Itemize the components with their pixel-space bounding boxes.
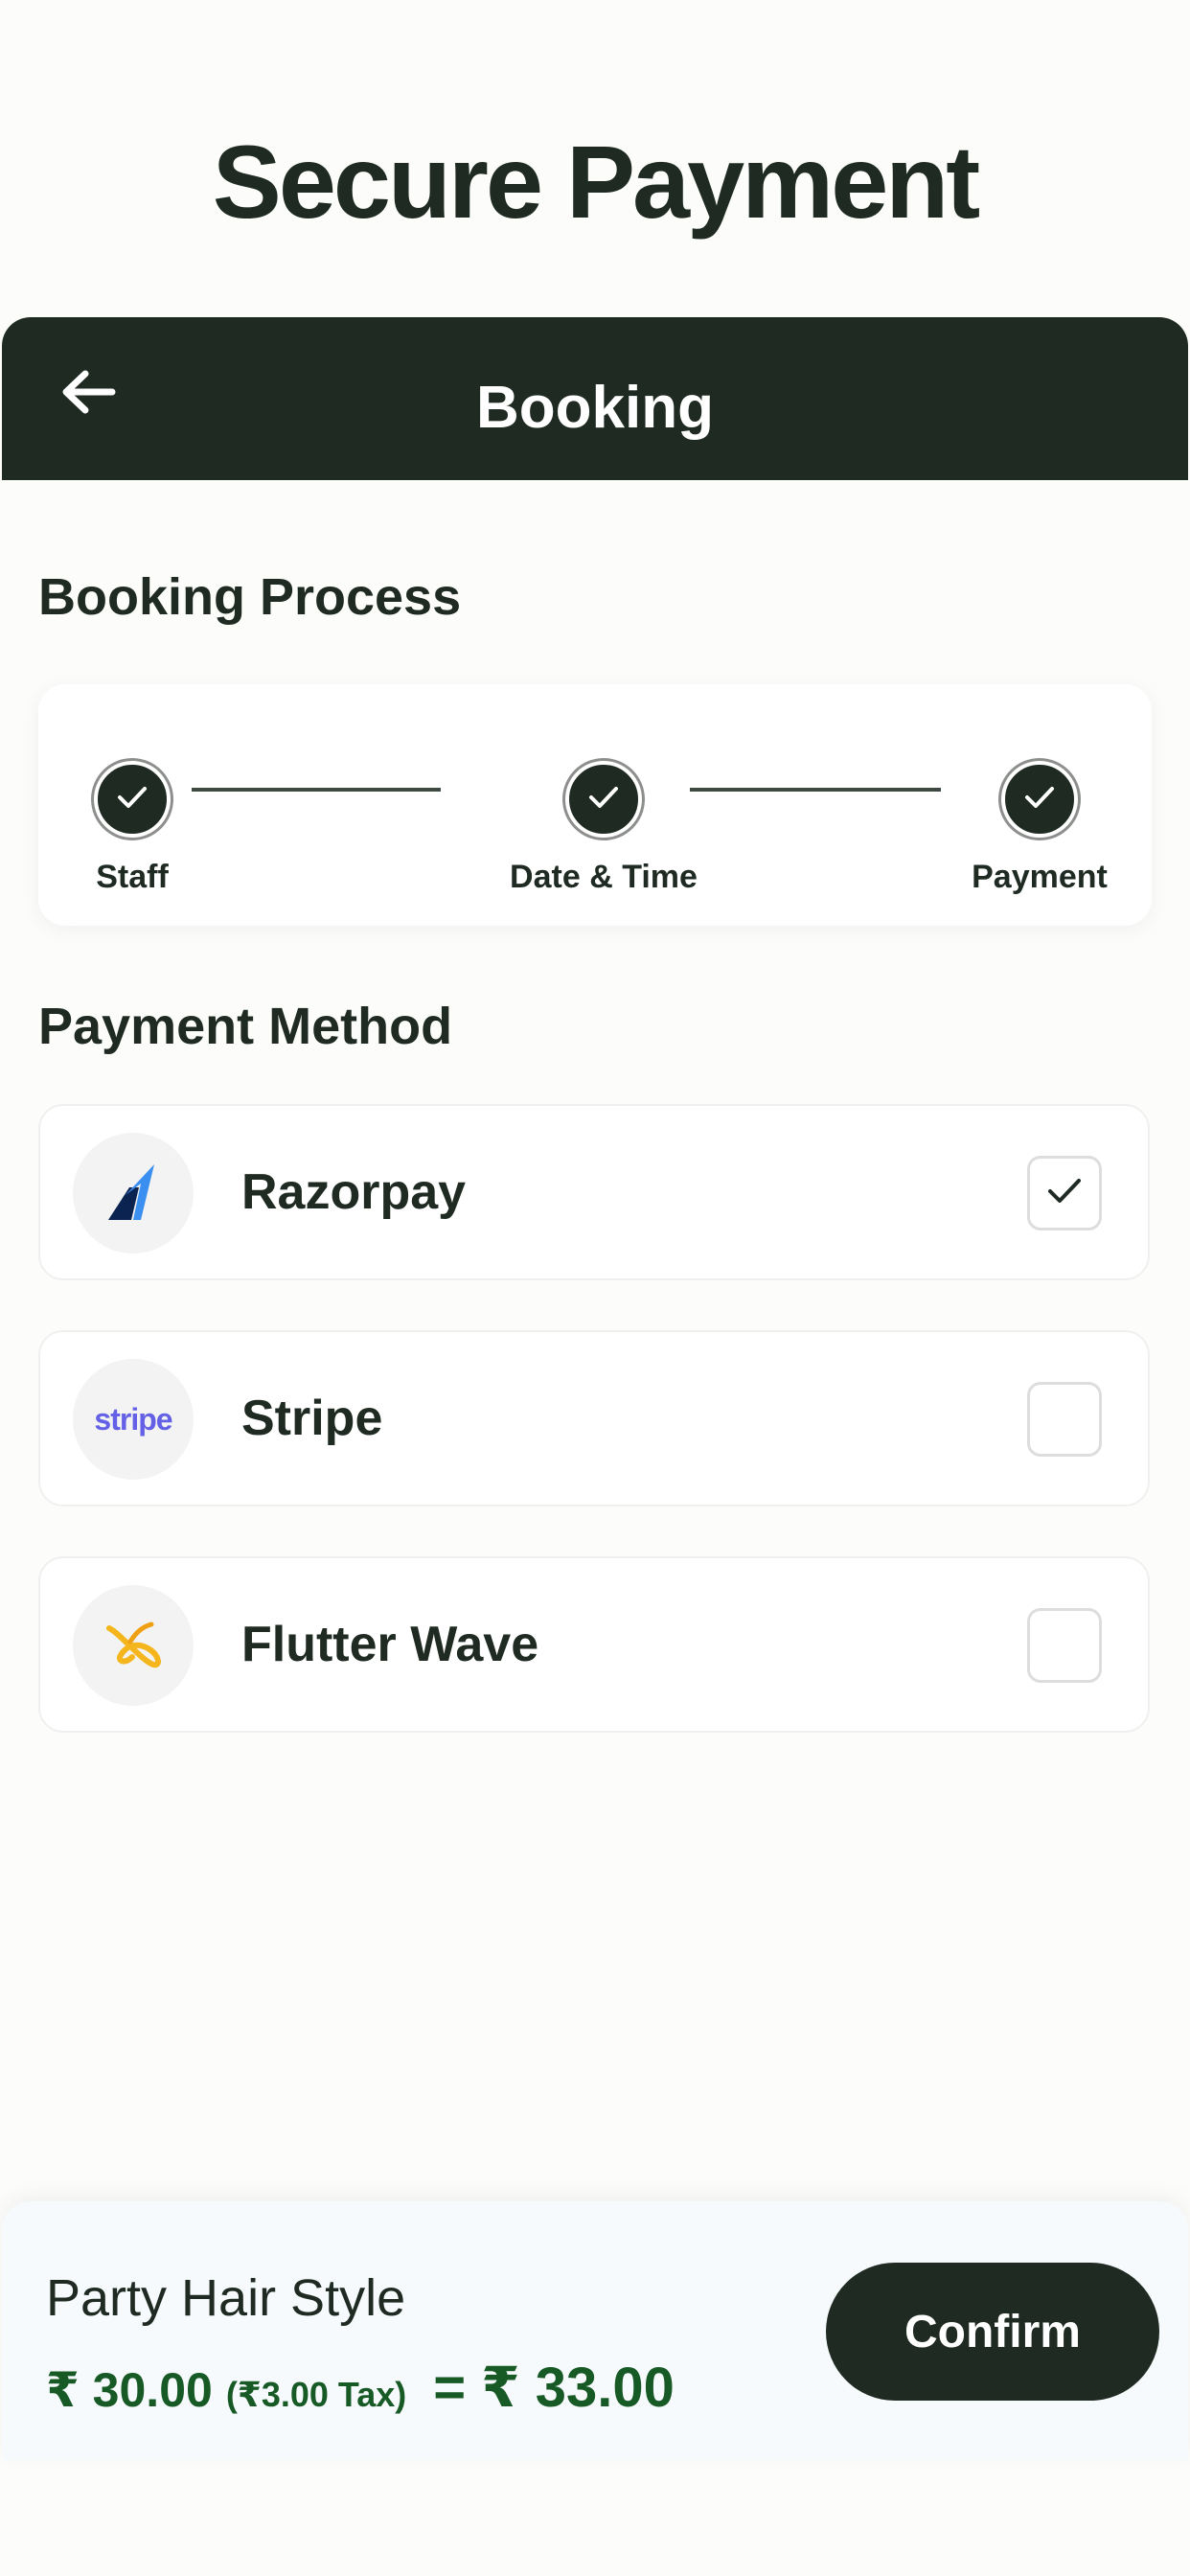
check-icon xyxy=(1045,1176,1084,1211)
check-icon xyxy=(1023,784,1056,816)
step-label: Staff xyxy=(96,859,169,895)
step-date-time[interactable]: Date & Time xyxy=(460,761,747,896)
payment-method-title: Payment Method xyxy=(38,998,453,1055)
stripe-logo: stripe xyxy=(73,1359,194,1480)
flutterwave-checkbox[interactable] xyxy=(1027,1608,1102,1683)
booking-process-stepper: Staff Date & Time Payment xyxy=(38,684,1152,926)
payment-option-name: Stripe xyxy=(241,1391,383,1446)
price-amount: ₹ 30.00 xyxy=(46,2363,213,2417)
check-icon xyxy=(587,784,620,816)
back-button[interactable] xyxy=(50,356,126,432)
step-label: Date & Time xyxy=(510,859,698,895)
booking-process-title: Booking Process xyxy=(38,568,462,626)
step-check-circle xyxy=(1001,761,1078,838)
payment-option-name: Razorpay xyxy=(241,1164,467,1220)
page-title: Secure Payment xyxy=(212,124,980,240)
payment-option-stripe[interactable]: stripe Stripe xyxy=(38,1330,1150,1506)
tax-amount: (₹3.00 Tax) xyxy=(225,2375,407,2414)
payment-option-name: Flutter Wave xyxy=(241,1617,539,1672)
confirm-button[interactable]: Confirm xyxy=(826,2263,1159,2401)
booking-summary-bar: Party Hair Style ₹ 30.00 (₹3.00 Tax) = ₹… xyxy=(2,2201,1188,2460)
step-payment[interactable]: Payment xyxy=(949,761,1131,896)
step-label: Payment xyxy=(972,859,1108,895)
razorpay-logo-icon xyxy=(73,1133,194,1254)
payment-option-razorpay[interactable]: Razorpay xyxy=(38,1104,1150,1280)
check-icon xyxy=(116,784,149,816)
step-staff[interactable]: Staff xyxy=(65,761,199,896)
service-name: Party Hair Style xyxy=(46,2269,406,2327)
payment-option-flutterwave[interactable]: Flutter Wave xyxy=(38,1556,1150,1733)
razorpay-checkbox[interactable] xyxy=(1027,1156,1102,1230)
total-amount: = ₹ 33.00 xyxy=(433,2357,675,2419)
stripe-logo-text: stripe xyxy=(94,1401,172,1437)
flutterwave-logo-icon xyxy=(73,1585,194,1706)
step-connector xyxy=(192,788,441,792)
arrow-left-icon xyxy=(60,368,116,421)
step-check-circle xyxy=(94,761,171,838)
app-bar: Booking xyxy=(2,317,1188,480)
price-breakdown: ₹ 30.00 (₹3.00 Tax) = ₹ 33.00 xyxy=(46,2355,675,2420)
stripe-checkbox[interactable] xyxy=(1027,1382,1102,1457)
app-bar-title: Booking xyxy=(476,375,714,441)
step-check-circle xyxy=(565,761,642,838)
